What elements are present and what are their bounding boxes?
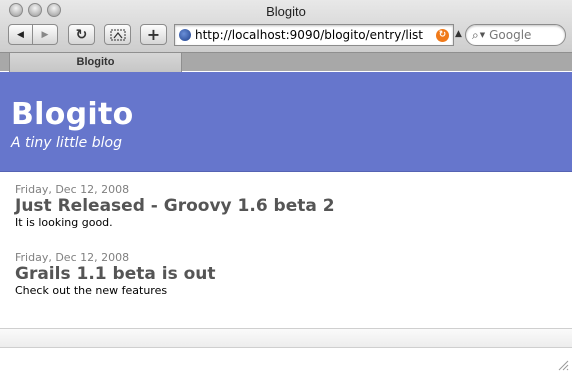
site-tagline: A tiny little blog: [11, 135, 122, 151]
window-title: Blogito: [266, 4, 306, 19]
address-caret-icon[interactable]: ▲: [455, 29, 462, 39]
entry-item: Friday, Dec 12, 2008 Just Released - Gro…: [15, 183, 555, 230]
reload-button[interactable]: ↻: [68, 24, 95, 45]
snapback-icon: [110, 29, 125, 40]
search-box[interactable]: ⌕ ▼: [465, 24, 566, 46]
toolbar: ◀ ▶ ↻ + ↻ ▲ ⌕ ▼: [0, 22, 572, 50]
back-arrow-icon: ◀: [17, 29, 24, 40]
snapback-button[interactable]: [104, 24, 131, 45]
plus-icon: +: [146, 25, 161, 44]
search-input[interactable]: [489, 28, 560, 42]
browser-chrome: Blogito ◀ ▶ ↻ + ↻ ▲ ⌕ ▼: [0, 0, 572, 72]
forward-button[interactable]: ▶: [33, 24, 58, 45]
entry-summary: It is looking good.: [15, 216, 113, 229]
site-favicon-icon: [179, 29, 191, 41]
forward-arrow-icon: ▶: [41, 29, 49, 40]
entry-title-link[interactable]: Just Released - Groovy 1.6 beta 2: [15, 196, 555, 216]
page-footer: [0, 328, 572, 348]
entry-date: Friday, Dec 12, 2008: [15, 251, 130, 264]
entry-title-link[interactable]: Grails 1.1 beta is out: [15, 264, 555, 284]
resize-grip-icon[interactable]: [557, 359, 569, 371]
entry-item: Friday, Dec 12, 2008 Grails 1.1 beta is …: [15, 251, 555, 298]
rss-feed-icon[interactable]: ↻: [436, 29, 449, 42]
entry-date: Friday, Dec 12, 2008: [15, 183, 130, 196]
tab-bar: Blogito: [0, 52, 572, 72]
url-input[interactable]: [195, 28, 433, 42]
blog-header: Blogito A tiny little blog: [0, 72, 572, 172]
search-engine-dropdown-icon[interactable]: ▼: [480, 31, 485, 39]
back-button[interactable]: ◀: [8, 24, 33, 45]
reload-icon: ↻: [75, 26, 88, 43]
site-title: Blogito: [11, 97, 134, 132]
tab-blogito[interactable]: Blogito: [9, 53, 182, 72]
add-bookmark-button[interactable]: +: [140, 24, 167, 45]
title-bar: Blogito: [0, 0, 572, 22]
entry-summary: Check out the new features: [15, 284, 168, 297]
address-bar[interactable]: ↻: [174, 24, 454, 46]
search-icon[interactable]: ⌕: [472, 28, 479, 43]
